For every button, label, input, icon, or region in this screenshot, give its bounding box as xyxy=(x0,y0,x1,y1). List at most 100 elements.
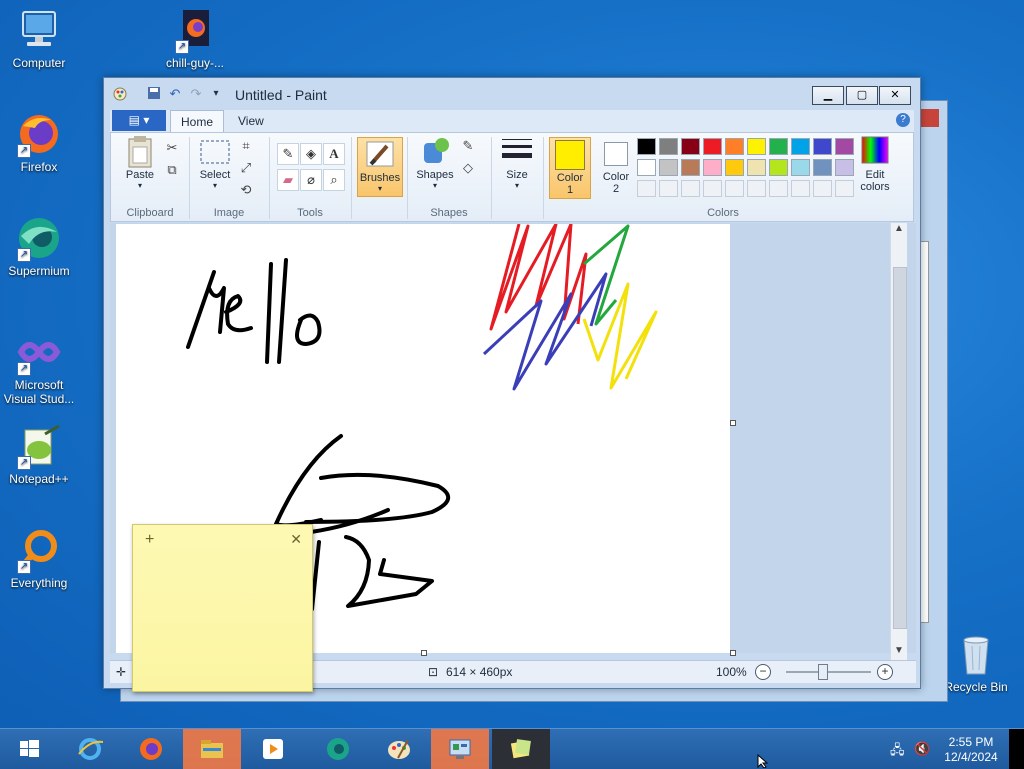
firefox-icon: ↗ xyxy=(15,112,63,158)
palette-swatch[interactable] xyxy=(835,138,854,155)
crop-icon[interactable]: ⌗ xyxy=(237,137,255,155)
taskbar-file-explorer[interactable] xyxy=(183,729,241,769)
palette-swatch[interactable] xyxy=(681,180,700,197)
palette-swatch[interactable] xyxy=(791,138,810,155)
size-button[interactable]: Size ▾ xyxy=(497,135,537,190)
resize-icon[interactable]: ⤢ xyxy=(237,159,255,177)
desktop-icon-notepadpp[interactable]: ↗ Notepad++ xyxy=(3,424,75,486)
palette-swatch[interactable] xyxy=(681,138,700,155)
palette-swatch[interactable] xyxy=(813,180,832,197)
network-icon[interactable]: 🖧 xyxy=(890,741,906,757)
eraser-icon[interactable]: ▰ xyxy=(277,169,299,191)
palette-swatch[interactable] xyxy=(747,180,766,197)
edit-colors-button[interactable]: Edit colors xyxy=(855,135,895,193)
palette-swatch[interactable] xyxy=(769,138,788,155)
start-button[interactable] xyxy=(0,729,58,769)
palette-swatch[interactable] xyxy=(747,159,766,176)
palette-swatch[interactable] xyxy=(747,138,766,155)
palette-swatch[interactable] xyxy=(637,159,656,176)
zoom-out-button[interactable]: − xyxy=(755,664,771,680)
palette-swatch[interactable] xyxy=(703,159,722,176)
zoom-slider-track[interactable] xyxy=(786,671,871,673)
volume-muted-icon[interactable]: 🔇 xyxy=(914,741,930,757)
desktop-icon-recycle-bin[interactable]: Recycle Bin xyxy=(940,632,1012,694)
tab-view[interactable]: View xyxy=(228,110,274,132)
select-button[interactable]: Select ▾ xyxy=(195,135,235,190)
palette-swatch[interactable] xyxy=(769,180,788,197)
customize-quick-access-icon[interactable]: ▾ xyxy=(208,86,224,102)
palette-swatch[interactable] xyxy=(681,159,700,176)
add-note-icon[interactable]: + xyxy=(145,531,154,549)
shape-fill-icon[interactable]: ◇ xyxy=(459,159,477,177)
show-desktop-button[interactable] xyxy=(1009,729,1024,769)
save-icon[interactable] xyxy=(146,86,162,102)
redo-icon[interactable]: ↷ xyxy=(188,86,204,102)
palette-swatch[interactable] xyxy=(769,159,788,176)
palette-swatch[interactable] xyxy=(813,138,832,155)
clock[interactable]: 2:55 PM 12/4/2024 xyxy=(940,735,1002,765)
text-icon[interactable]: A xyxy=(323,143,345,165)
desktop-icon-computer[interactable]: Computer xyxy=(3,8,75,70)
rotate-icon[interactable]: ⟲ xyxy=(237,181,255,199)
palette-swatch[interactable] xyxy=(813,159,832,176)
taskbar-firefox[interactable] xyxy=(122,729,180,769)
desktop-icon-firefox[interactable]: ↗ Firefox xyxy=(3,112,75,174)
outline-icon[interactable]: ✎ xyxy=(459,137,477,155)
shapes-button[interactable]: Shapes ▾ xyxy=(413,135,457,190)
desktop-icon-visual-studio[interactable]: ↗ Microsoft Visual Stud... xyxy=(3,330,75,406)
tab-home[interactable]: Home xyxy=(170,110,225,132)
palette-swatch[interactable] xyxy=(637,180,656,197)
desktop-icon-chill-guy[interactable]: ↗ chill-guy-... xyxy=(159,8,231,70)
zoom-in-button[interactable]: + xyxy=(877,664,893,680)
maximize-button[interactable]: ▢ xyxy=(846,86,878,105)
palette-swatch[interactable] xyxy=(725,138,744,155)
canvas-resize-handle-bottom[interactable] xyxy=(421,650,427,656)
palette-swatch[interactable] xyxy=(835,159,854,176)
palette-swatch[interactable] xyxy=(659,138,678,155)
palette-swatch[interactable] xyxy=(703,138,722,155)
palette-swatch[interactable] xyxy=(835,180,854,197)
color1-button[interactable]: Color 1 xyxy=(549,137,591,199)
brushes-button[interactable]: Brushes ▾ xyxy=(357,137,403,197)
palette-swatch[interactable] xyxy=(791,159,810,176)
palette-swatch[interactable] xyxy=(703,180,722,197)
background-window-close[interactable] xyxy=(919,109,939,127)
palette-swatch[interactable] xyxy=(659,180,678,197)
close-button[interactable]: ✕ xyxy=(879,86,911,105)
canvas-resize-handle-right[interactable] xyxy=(730,420,736,426)
minimize-button[interactable]: ▁ xyxy=(812,86,844,105)
taskbar-paint[interactable] xyxy=(370,729,428,769)
vertical-scrollbar[interactable]: ▲ ▼ xyxy=(890,223,907,661)
paste-button[interactable]: Paste ▾ xyxy=(119,135,161,190)
desktop-icon-supermium[interactable]: ↗ Supermium xyxy=(3,216,75,278)
palette-swatch[interactable] xyxy=(659,159,678,176)
color2-button[interactable]: Color 2 xyxy=(595,137,637,195)
desktop-icon-everything[interactable]: ↗ Everything xyxy=(3,528,75,590)
scroll-up-arrow[interactable]: ▲ xyxy=(891,223,907,237)
palette-swatch[interactable] xyxy=(725,180,744,197)
magnifier-icon[interactable]: ⌕ xyxy=(323,169,345,191)
scrollbar-thumb[interactable] xyxy=(893,267,907,629)
file-menu-button[interactable]: ▤ ▾ xyxy=(112,110,166,131)
undo-icon[interactable]: ↶ xyxy=(167,86,183,102)
palette-swatch[interactable] xyxy=(637,138,656,155)
pencil-icon[interactable]: ✎ xyxy=(277,143,299,165)
zoom-slider-thumb[interactable] xyxy=(818,664,828,680)
taskbar-sticky-notes[interactable] xyxy=(492,729,550,769)
palette-swatch[interactable] xyxy=(791,180,810,197)
color-picker-icon[interactable]: ⌀ xyxy=(300,169,322,191)
taskbar-media-player[interactable] xyxy=(244,729,302,769)
taskbar-control-panel[interactable] xyxy=(431,729,489,769)
fill-icon[interactable]: ◈ xyxy=(300,143,322,165)
taskbar-supermium[interactable] xyxy=(309,729,367,769)
taskbar-internet-explorer[interactable] xyxy=(61,729,119,769)
title-bar[interactable]: ↶ ↷ ▾ Untitled - Paint ▁ ▢ ✕ xyxy=(104,78,920,108)
palette-swatch[interactable] xyxy=(725,159,744,176)
sticky-note[interactable]: + ✕ xyxy=(132,524,313,692)
close-note-icon[interactable]: ✕ xyxy=(290,531,302,548)
copy-icon[interactable]: ⧉ xyxy=(163,161,181,179)
canvas-resize-handle-corner[interactable] xyxy=(730,650,736,656)
scroll-down-arrow[interactable]: ▼ xyxy=(891,645,907,659)
help-icon[interactable]: ? xyxy=(896,113,910,127)
cut-icon[interactable]: ✂ xyxy=(163,139,181,157)
